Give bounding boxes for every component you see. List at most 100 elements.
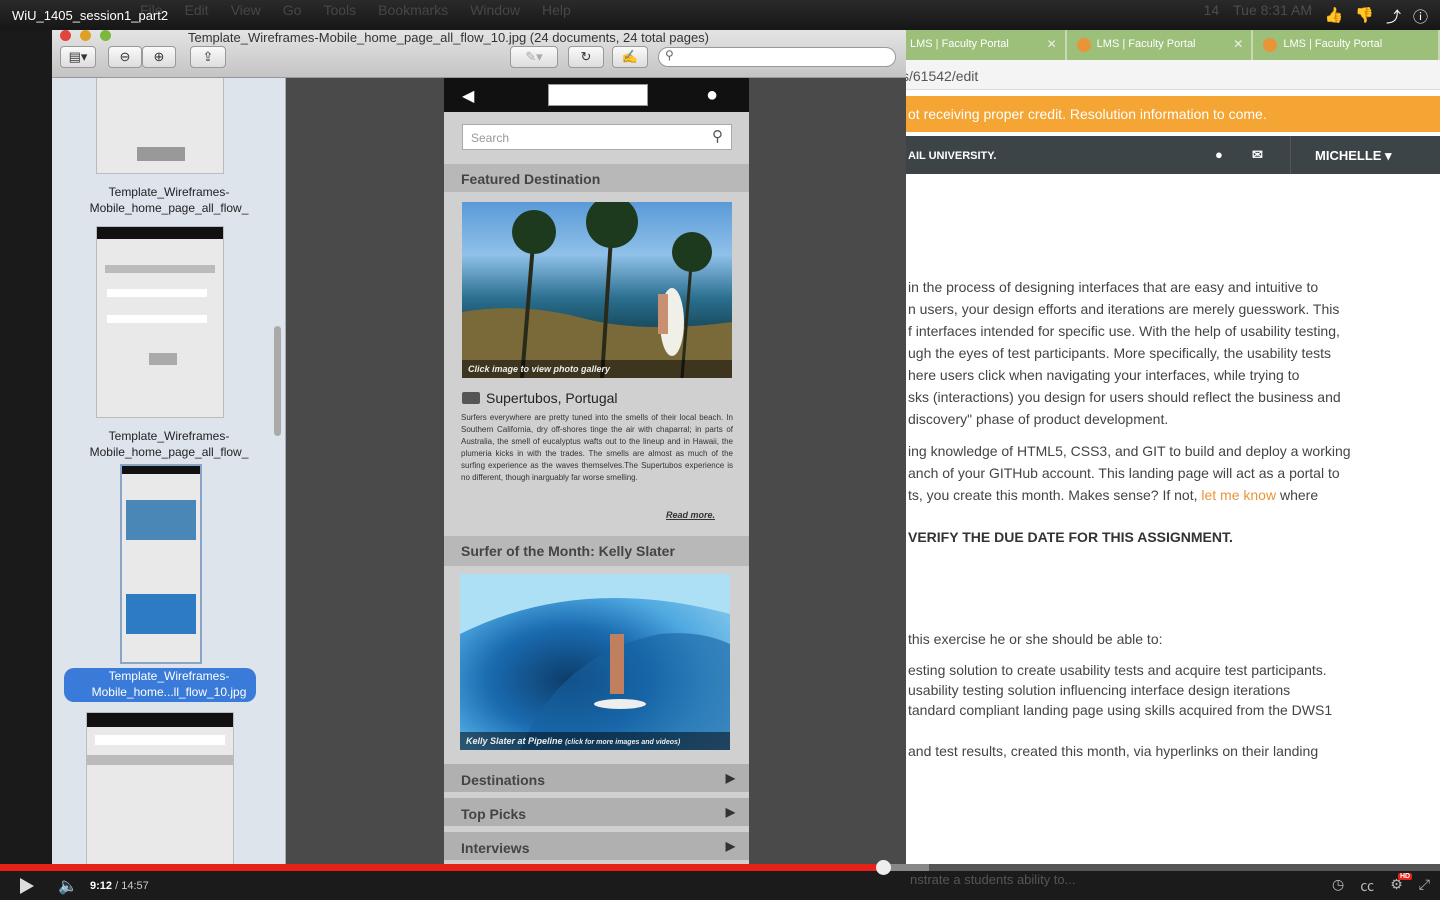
thumbnail-label-line: Mobile_home_page_all_flow_ (89, 445, 249, 459)
photo-caption: Kelly Slater at Pipeline (click for more… (460, 732, 730, 750)
edit-button[interactable]: ✍ (612, 46, 648, 68)
sidebar-scrollbar[interactable] (274, 326, 281, 436)
caption-small: (click for more images and videos) (565, 739, 681, 746)
close-window-button[interactable] (60, 30, 71, 41)
logo-placeholder (548, 84, 648, 106)
globe-icon[interactable]: ● (1215, 147, 1223, 162)
time-total: / 14:57 (115, 880, 149, 892)
content-line: discovery" phase of product development. (908, 411, 1169, 427)
thumbnail-sidebar: Template_Wireframes- Mobile_home_page_al… (52, 78, 286, 866)
thumbnail-label-line: Template_Wireframes- (108, 669, 230, 683)
user-icon[interactable]: ● (706, 85, 718, 105)
time-current: 9:12 (90, 880, 113, 892)
chevron-right-icon: ▶ (725, 839, 735, 853)
menu-item[interactable]: Bookmarks (378, 2, 448, 18)
objective-item: and test results, created this month, vi… (908, 743, 1319, 759)
palm-leaves (586, 202, 638, 248)
close-tab-icon[interactable]: ✕ (1047, 37, 1057, 51)
sidebar-toggle-button[interactable]: ▤▾ (60, 46, 96, 68)
thumbnail-label-line: Template_Wireframes- (108, 429, 230, 443)
volume-icon[interactable]: 🔈 (58, 876, 78, 896)
lms-favicon-icon (1076, 38, 1091, 52)
menu-item[interactable]: Go (283, 2, 302, 18)
content-text: ts, you create this month. Makes sense? … (908, 487, 1198, 503)
watch-later-icon[interactable]: ◷ (1332, 876, 1344, 896)
status-number: 14 (1203, 2, 1220, 18)
content-line: here users click when navigating your in… (908, 367, 1300, 383)
lms-browser-window: LMS | Faculty Portal ✕ LMS | Faculty Port… (880, 30, 1440, 866)
wireframe-page: ◀ ● Search ⚲ Featured Destination Click … (444, 78, 749, 866)
thumbnail-label-line: Mobile_home...ll_flow_10.jpg (91, 685, 247, 699)
user-menu[interactable]: MICHELLE ▾ (1290, 136, 1392, 174)
annotate-button[interactable]: ✎▾ (510, 46, 558, 68)
content-line: anch of your GITHub account. This landin… (908, 465, 1340, 481)
menu-item[interactable]: File (140, 2, 163, 18)
nav-interviews[interactable]: Interviews ▶ (444, 832, 749, 862)
content-line: n users, your design efforts and iterati… (908, 301, 1340, 317)
fullscreen-icon[interactable]: ⤢ (1419, 876, 1430, 896)
mobile-header: ◀ ● (444, 78, 749, 112)
palm-leaves (672, 232, 712, 272)
like-icon[interactable]: 👍 (1325, 6, 1344, 27)
content-line: f interfaces intended for specific use. … (908, 323, 1340, 339)
content-line: ugh the eyes of test participants. More … (908, 345, 1332, 361)
search-placeholder: Search (471, 131, 510, 145)
preview-search-input[interactable]: ⚲ (658, 47, 896, 67)
browser-tab[interactable]: LMS | Faculty Portal ✕ (880, 30, 1065, 60)
wave-crest-shape (460, 574, 730, 634)
close-tab-icon[interactable]: ✕ (1233, 37, 1243, 51)
zoom-window-button[interactable] (100, 30, 111, 41)
mobile-search-input[interactable]: Search ⚲ (462, 124, 732, 150)
content-line: ts, you create this month. Makes sense? … (908, 484, 1418, 506)
ghost-text: nstrate a students ability to... (910, 872, 1076, 887)
menu-item[interactable]: Tools (323, 2, 356, 18)
video-controls (0, 866, 1440, 900)
menu-item[interactable]: Edit (185, 2, 209, 18)
page-thumbnail[interactable] (96, 226, 224, 418)
thumbnail-label-selected: Template_Wireframes- Mobile_home...ll_fl… (52, 668, 285, 700)
preview-window-title: Template_Wireframes-Mobile_home_page_all… (188, 30, 710, 45)
info-icon[interactable]: ⓘ (1413, 6, 1428, 27)
page-thumbnail-selected[interactable] (120, 464, 202, 664)
progress-scrubber[interactable] (875, 860, 891, 875)
menu-item[interactable]: View (231, 2, 261, 18)
featured-photo[interactable]: Click image to view photo gallery (462, 202, 732, 378)
browser-tab[interactable]: LMS | Faculty Portal (1253, 30, 1439, 60)
share-button[interactable]: ⇪ (190, 46, 226, 68)
read-more-link[interactable]: Read more. (666, 510, 715, 520)
beach-photo-illustration (462, 202, 732, 378)
surfer-photo[interactable]: Kelly Slater at Pipeline (click for more… (460, 574, 730, 750)
mac-status-bar: 14 Tue 8:31 AM (1204, 2, 1312, 18)
screen: LMS | Faculty Portal ✕ LMS | Faculty Port… (0, 0, 1440, 900)
content-text: where (1276, 487, 1319, 503)
page-thumbnail[interactable] (86, 712, 234, 866)
nav-top-picks[interactable]: Top Picks ▶ (444, 798, 749, 828)
share-icon[interactable]: ⤴ (1386, 6, 1401, 27)
content-line: sks (interactions) you design for users … (908, 389, 1341, 405)
chevron-right-icon: ▶ (725, 771, 735, 785)
zoom-out-button[interactable]: ⊖ (108, 46, 142, 68)
menu-item[interactable]: Window (470, 2, 520, 18)
lms-favicon-icon (1263, 38, 1278, 52)
nav-label: Top Picks (461, 806, 527, 822)
url-bar[interactable]: s/61542/edit (880, 60, 1440, 90)
thumbnail-label-line: Mobile_home_page_all_flow_ (89, 201, 249, 215)
search-icon[interactable]: ⚲ (712, 127, 723, 145)
menu-item[interactable]: Help (542, 2, 571, 18)
let-me-know-link[interactable]: let me know (1201, 487, 1276, 503)
photo-caption: Click image to view photo gallery (462, 360, 732, 378)
back-arrow-icon[interactable]: ◀ (462, 86, 474, 106)
objective-item: tandard compliant landing page using ski… (908, 702, 1333, 718)
rotate-button[interactable]: ↻ (568, 46, 604, 68)
play-icon[interactable] (20, 878, 34, 894)
nav-destinations[interactable]: Destinations ▶ (444, 764, 749, 794)
browser-tab[interactable]: LMS | Faculty Portal ✕ (1066, 30, 1252, 60)
tab-label: LMS | Faculty Portal (1283, 38, 1383, 50)
zoom-in-button[interactable]: ⊕ (142, 46, 176, 68)
page-thumbnail[interactable] (96, 78, 224, 174)
minimize-window-button[interactable] (80, 30, 91, 41)
dislike-icon[interactable]: 👎 (1355, 6, 1374, 27)
captions-icon[interactable]: ㏄ (1360, 876, 1374, 896)
content-line: ing knowledge of HTML5, CSS3, and GIT to… (908, 443, 1351, 459)
mail-icon[interactable]: ✉ (1252, 147, 1263, 163)
